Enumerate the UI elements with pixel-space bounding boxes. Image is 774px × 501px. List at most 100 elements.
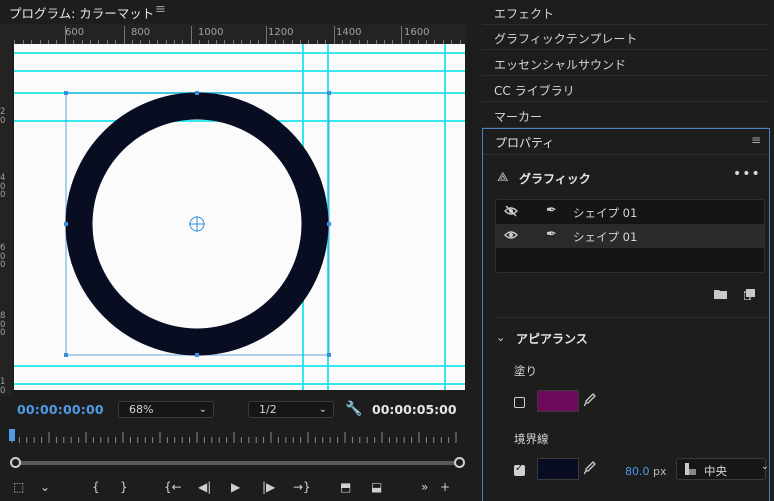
- eye-icon[interactable]: [504, 229, 518, 244]
- stroke-color-swatch[interactable]: [537, 458, 579, 480]
- chevron-down-icon[interactable]: ⌄: [40, 480, 50, 494]
- more-icon[interactable]: »: [421, 480, 428, 494]
- step-back-icon[interactable]: ◀|: [198, 480, 211, 494]
- scrollbar-right-handle[interactable]: [454, 457, 465, 468]
- handle: [327, 91, 331, 95]
- crop-marker-icon[interactable]: ⬚: [13, 480, 24, 494]
- mark-in-icon[interactable]: {: [92, 480, 100, 494]
- properties-panel: プロパティ ≡ ⟁ グラフィック ••• ✒ シェイプ 01 ✒ シェイプ 01: [482, 128, 770, 501]
- handle: [327, 222, 331, 226]
- ruler-tick: [400, 26, 402, 44]
- pen-tool-icon: ✒: [546, 227, 557, 242]
- panel-effects[interactable]: エフェクト: [482, 0, 768, 25]
- zoom-level-value: 68%: [129, 403, 154, 416]
- ruler-tick: [266, 26, 268, 44]
- handle: [195, 91, 199, 95]
- panel-markers[interactable]: マーカー: [482, 103, 768, 128]
- transport-info-row: 00:00:00:00 68% ⌄ 1/2 ⌄ 🔧 00:00:05:00: [0, 398, 478, 422]
- appearance-section-title[interactable]: アピアランス: [516, 330, 588, 347]
- ruler-label: 6 0 0: [0, 243, 6, 270]
- stroke-checkbox[interactable]: [514, 463, 525, 476]
- monitor-header: プログラム: カラーマット ≡: [0, 0, 478, 22]
- eyedropper-icon[interactable]: [583, 393, 596, 411]
- ruler-label: 800: [131, 27, 151, 38]
- fill-label: 塗り: [514, 364, 537, 378]
- fill-checkbox[interactable]: [514, 397, 525, 408]
- ruler-label: 8 0 0: [0, 311, 6, 338]
- program-monitor-panel: プログラム: カラーマット ≡ 600 800 1000 1200 1400 1600 2…: [0, 0, 478, 501]
- handle: [195, 353, 199, 357]
- ruler-label: 1400: [336, 27, 362, 38]
- playback-resolution-select[interactable]: 1/2 ⌄: [248, 401, 334, 418]
- program-canvas[interactable]: [14, 44, 465, 390]
- new-layer-icon[interactable]: [743, 289, 755, 303]
- chevron-down-icon: ⌄: [198, 404, 207, 415]
- panel-menu-icon[interactable]: ≡: [751, 133, 761, 147]
- panel-label: エッセンシャルサウンド: [494, 58, 627, 72]
- chevron-down-icon: ⌄: [760, 461, 769, 472]
- ruler-horizontal[interactable]: 600 800 1000 1200 1400 1600: [0, 24, 466, 44]
- divider: [483, 154, 769, 155]
- pen-tool-icon: ✒: [546, 203, 557, 218]
- handle: [327, 353, 331, 357]
- go-to-out-icon[interactable]: →}: [293, 480, 311, 494]
- handle: [64, 222, 68, 226]
- current-timecode[interactable]: 00:00:00:00: [17, 402, 104, 417]
- new-group-folder-icon[interactable]: [714, 289, 727, 302]
- ruler-vertical[interactable]: 2 0 4 0 0 6 0 0 8 0 0 1 0: [0, 24, 12, 396]
- ruler-label: 1600: [404, 27, 430, 38]
- layer-name: シェイプ 01: [573, 206, 638, 220]
- more-options-icon[interactable]: •••: [733, 166, 761, 182]
- play-icon[interactable]: ▶: [231, 480, 240, 494]
- layer-list: ✒ シェイプ 01 ✒ シェイプ 01: [495, 199, 765, 273]
- zoom-level-select[interactable]: 68% ⌄: [118, 401, 214, 418]
- ruler-tick: [64, 26, 66, 44]
- ruler-label: 4 0 0: [0, 173, 6, 200]
- playhead[interactable]: [9, 429, 15, 441]
- fill-color-swatch[interactable]: [537, 390, 579, 412]
- panel-label: グラフィックテンプレート: [494, 32, 638, 46]
- chevron-down-icon: ⌄: [318, 404, 327, 415]
- add-icon[interactable]: +: [440, 480, 450, 494]
- ruler-label: 1 0: [0, 377, 6, 396]
- panel-menu-icon[interactable]: ≡: [155, 2, 166, 17]
- stroke-center-icon: [685, 463, 696, 478]
- stroke-label: 境界線: [514, 432, 549, 446]
- scrollbar-left-handle[interactable]: [10, 457, 21, 468]
- layer-row[interactable]: ✒ シェイプ 01: [496, 224, 764, 248]
- ruler-label: 600: [65, 27, 85, 38]
- stroke-position-select[interactable]: 中央 ⌄: [676, 458, 769, 480]
- stroke-width-value[interactable]: 80.0: [625, 465, 650, 478]
- ruler-tick: [333, 26, 335, 44]
- time-ruler[interactable]: [10, 428, 462, 444]
- properties-title[interactable]: プロパティ: [495, 134, 554, 151]
- zoom-scrollbar[interactable]: [14, 461, 460, 465]
- extract-icon[interactable]: ⬓: [371, 480, 382, 494]
- settings-wrench-icon[interactable]: 🔧: [345, 401, 362, 417]
- eye-hidden-icon[interactable]: [504, 205, 518, 220]
- step-forward-icon[interactable]: |▶: [262, 480, 275, 494]
- monitor-title[interactable]: プログラム: カラーマット: [9, 3, 154, 22]
- layer-name: シェイプ 01: [573, 230, 638, 244]
- panel-essential-sound[interactable]: エッセンシャルサウンド: [482, 51, 768, 76]
- panel-label: CC ライブラリ: [494, 84, 575, 98]
- ruler-label: 1200: [268, 27, 294, 38]
- ruler-label: 2 0: [0, 107, 6, 126]
- mark-out-icon[interactable]: }: [120, 480, 128, 494]
- graphic-title: グラフィック: [519, 172, 591, 186]
- layer-row[interactable]: ✒ シェイプ 01: [496, 200, 764, 224]
- ruler-tick: [123, 26, 125, 44]
- panel-graphic-templates[interactable]: グラフィックテンプレート: [482, 25, 768, 50]
- ruler-tick: [190, 26, 192, 44]
- go-to-in-icon[interactable]: {←: [164, 480, 182, 494]
- panel-label: マーカー: [494, 110, 543, 124]
- handle: [64, 91, 68, 95]
- panel-label: エフェクト: [494, 7, 555, 21]
- handle: [64, 353, 68, 357]
- chevron-down-icon[interactable]: ⌄: [496, 331, 505, 344]
- lift-icon[interactable]: ⬒: [340, 480, 351, 494]
- stroke-position-value: 中央: [704, 464, 727, 478]
- panel-cc-libraries[interactable]: CC ライブラリ: [482, 77, 768, 102]
- divider: [495, 317, 767, 318]
- eyedropper-icon[interactable]: [583, 461, 596, 479]
